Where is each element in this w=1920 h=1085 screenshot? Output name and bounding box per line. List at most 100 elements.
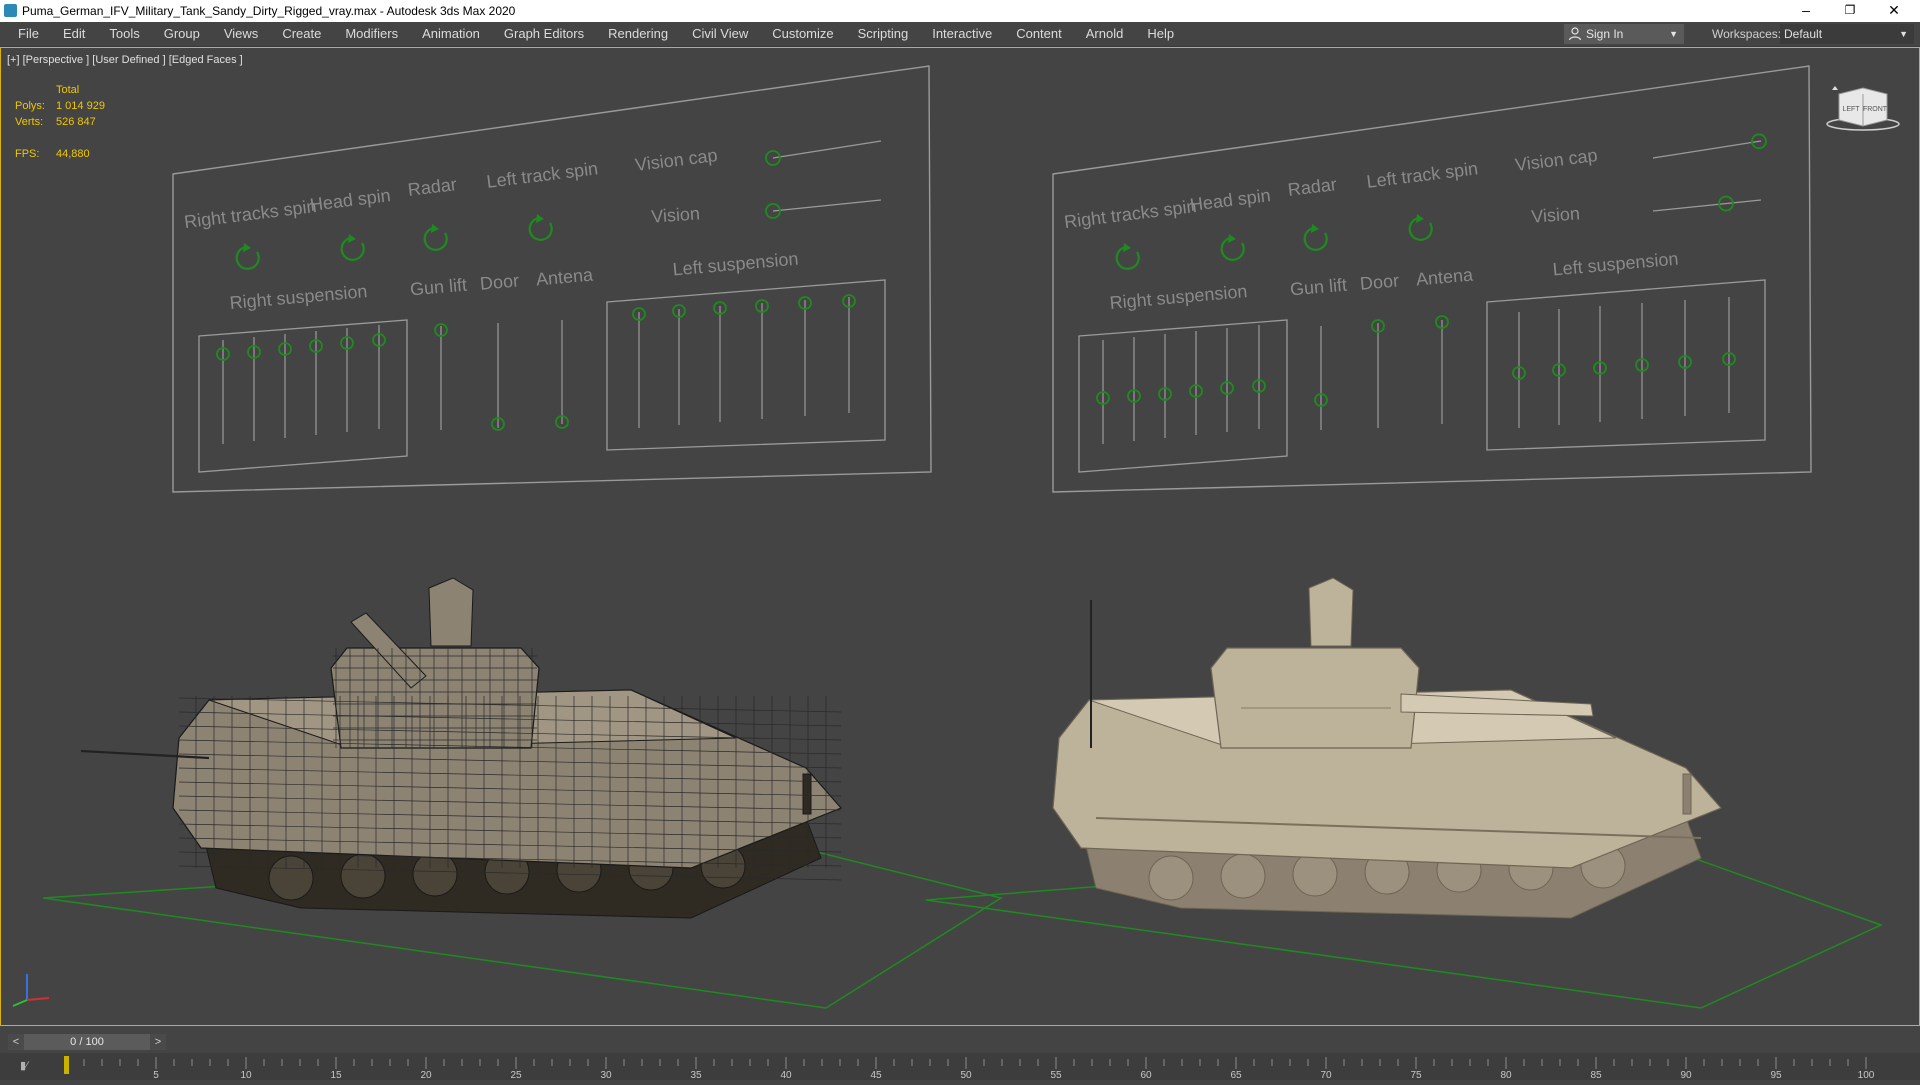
tick-label-80: 80	[1500, 1070, 1512, 1080]
track-bar[interactable]: ▮∕ 5 10 15 20 25 30 35 40 45 50 55 60 65 70 75 80 85 90 95…	[0, 1053, 1920, 1081]
road-wheel-1[interactable]	[268, 855, 314, 901]
panel-label-vision: Vision	[1531, 203, 1581, 226]
panel-label-right-tracks-spin: Right tracks spin	[183, 196, 318, 232]
left-track-spin-control[interactable]	[1408, 217, 1433, 241]
workspaces-value: Default	[1784, 27, 1823, 41]
panel-label-right-suspension: Right suspension	[229, 281, 368, 313]
panel-label-antena: Antena	[535, 264, 595, 289]
road-wheel-2[interactable]	[1220, 853, 1266, 899]
polys-label: Polys:	[15, 100, 45, 112]
vision-slider-track	[772, 199, 882, 212]
title-bar: Puma_German_IFV_Military_Tank_Sandy_Dirt…	[0, 0, 1920, 22]
road-wheel-1[interactable]	[1148, 855, 1194, 901]
radar-control-arrow	[1311, 224, 1319, 233]
next-frame-button[interactable]: >	[150, 1034, 166, 1050]
menu-arnold[interactable]: Arnold	[1074, 22, 1136, 46]
tick-label-90: 90	[1680, 1070, 1692, 1080]
tank-wireframe-model[interactable]	[80, 577, 843, 919]
sign-in-button[interactable]: Sign In ▼	[1564, 24, 1684, 44]
menu-edit[interactable]: Edit	[51, 22, 97, 46]
menu-civil-view[interactable]: Civil View	[680, 22, 760, 46]
viewcube-left-face[interactable]: LEFT	[1842, 106, 1860, 113]
tick-label-100: 100	[1858, 1070, 1875, 1080]
menu-rendering[interactable]: Rendering	[596, 22, 680, 46]
right-tracks-spin-control[interactable]	[1115, 246, 1140, 270]
vision-slider-track	[1652, 199, 1762, 212]
radar-control[interactable]	[1303, 227, 1328, 251]
mini-curve-editor-icon[interactable]: ▮∕	[20, 1059, 28, 1072]
tick-label-30: 30	[600, 1070, 612, 1080]
panel-label-door: Door	[479, 270, 520, 293]
tick-label-95: 95	[1770, 1070, 1782, 1080]
panel-label-radar: Radar	[1287, 174, 1338, 200]
menu-content[interactable]: Content	[1004, 22, 1074, 46]
panel-label-left-suspension: Left suspension	[1552, 249, 1679, 280]
control-panels: Right tracks spinHead spin Radar Left trac…	[172, 65, 1812, 493]
axis-tripod-icon	[12, 974, 50, 1007]
left-suspension-box	[1486, 279, 1766, 451]
timeline-area: < 0 / 100 > ▮∕ 5 10 15 20 25 30 35 40 45 50 55 60 65…	[0, 1027, 1920, 1081]
tank-sensor-head[interactable]	[1308, 577, 1354, 647]
viewport-scene: Right tracks spinHead spin Radar Left trac…	[12, 65, 1883, 1009]
menu-scripting[interactable]: Scripting	[846, 22, 921, 46]
right-suspension-box	[198, 319, 408, 473]
viewcube[interactable]: LEFT FRONT	[1825, 84, 1901, 134]
tank-shaded-model[interactable]	[1052, 577, 1723, 919]
menu-graph-editors[interactable]: Graph Editors	[492, 22, 596, 46]
workspaces-label: Workspaces:	[1712, 27, 1782, 41]
tick-label-20: 20	[420, 1070, 432, 1080]
home-icon[interactable]	[1832, 86, 1838, 90]
panel-label-door: Door	[1359, 270, 1400, 293]
tick-label-40: 40	[780, 1070, 792, 1080]
panel-label-radar: Radar	[407, 174, 458, 200]
menu-views[interactable]: Views	[212, 22, 270, 46]
prev-frame-button[interactable]: <	[8, 1034, 24, 1050]
workspaces-dropdown[interactable]: Default ▼	[1780, 24, 1914, 44]
road-wheel-2[interactable]	[340, 853, 386, 899]
panel-label-left-track-spin: Left track spin	[485, 158, 599, 192]
time-cursor[interactable]	[64, 1056, 69, 1074]
panel-label-gun-lift: Gun lift	[409, 275, 468, 300]
viewport-label[interactable]: [+] [Perspective ] [User Defined ] [Edge…	[7, 54, 243, 66]
menu-animation[interactable]: Animation	[410, 22, 492, 46]
panel-label-right-tracks-spin: Right tracks spin	[1063, 196, 1198, 232]
vision-cap-slider-track	[1652, 140, 1762, 159]
perspective-viewport[interactable]: Right tracks spin Head spin Radar Left trac…	[0, 47, 1920, 1026]
menu-customize[interactable]: Customize	[760, 22, 845, 46]
wireframe-tank-parts	[80, 577, 843, 919]
radar-control[interactable]	[423, 227, 448, 251]
menu-modifiers[interactable]: Modifiers	[333, 22, 410, 46]
panel-label-vision-cap: Vision cap	[634, 145, 719, 175]
tank-turret[interactable]	[1210, 647, 1420, 749]
right-tracks-spin-control[interactable]	[235, 246, 260, 270]
menu-group[interactable]: Group	[152, 22, 212, 46]
tick-label-75: 75	[1410, 1070, 1422, 1080]
tick-label-65: 65	[1230, 1070, 1242, 1080]
close-button[interactable]: ✕	[1872, 0, 1916, 22]
tank-mirror-post	[802, 773, 812, 815]
menu-tools[interactable]: Tools	[97, 22, 151, 46]
tank-sensor-head[interactable]	[428, 577, 474, 647]
left-track-spin-control-arrow	[1416, 214, 1424, 223]
panel-label-vision-cap: Vision cap	[1514, 145, 1599, 175]
left-track-spin-control-arrow	[536, 214, 544, 223]
restore-button[interactable]: ❐	[1828, 0, 1872, 22]
menu-file[interactable]: File	[6, 22, 51, 46]
right-tracks-spin-control-arrow	[243, 243, 251, 252]
viewcube-front-face[interactable]: FRONT	[1863, 106, 1888, 113]
tick-label-85: 85	[1590, 1070, 1602, 1080]
control-panel-left: Right tracks spinHead spin Radar Left trac…	[172, 65, 932, 493]
tick-label-5: 5	[153, 1070, 159, 1080]
minimize-button[interactable]: –	[1784, 0, 1828, 22]
menu-create[interactable]: Create	[270, 22, 333, 46]
menu-help[interactable]: Help	[1135, 22, 1186, 46]
frame-counter: 0 / 100	[70, 1036, 104, 1048]
shaded-tank-parts	[1052, 577, 1723, 919]
head-spin-control[interactable]	[1220, 237, 1245, 261]
panel-label-head-spin: Head spin	[1189, 185, 1272, 215]
menu-interactive[interactable]: Interactive	[920, 22, 1004, 46]
left-track-spin-control[interactable]	[528, 217, 553, 241]
right-suspension-box	[1078, 319, 1288, 473]
time-slider[interactable]: < 0 / 100 >	[8, 1034, 166, 1050]
head-spin-control[interactable]	[340, 237, 365, 261]
